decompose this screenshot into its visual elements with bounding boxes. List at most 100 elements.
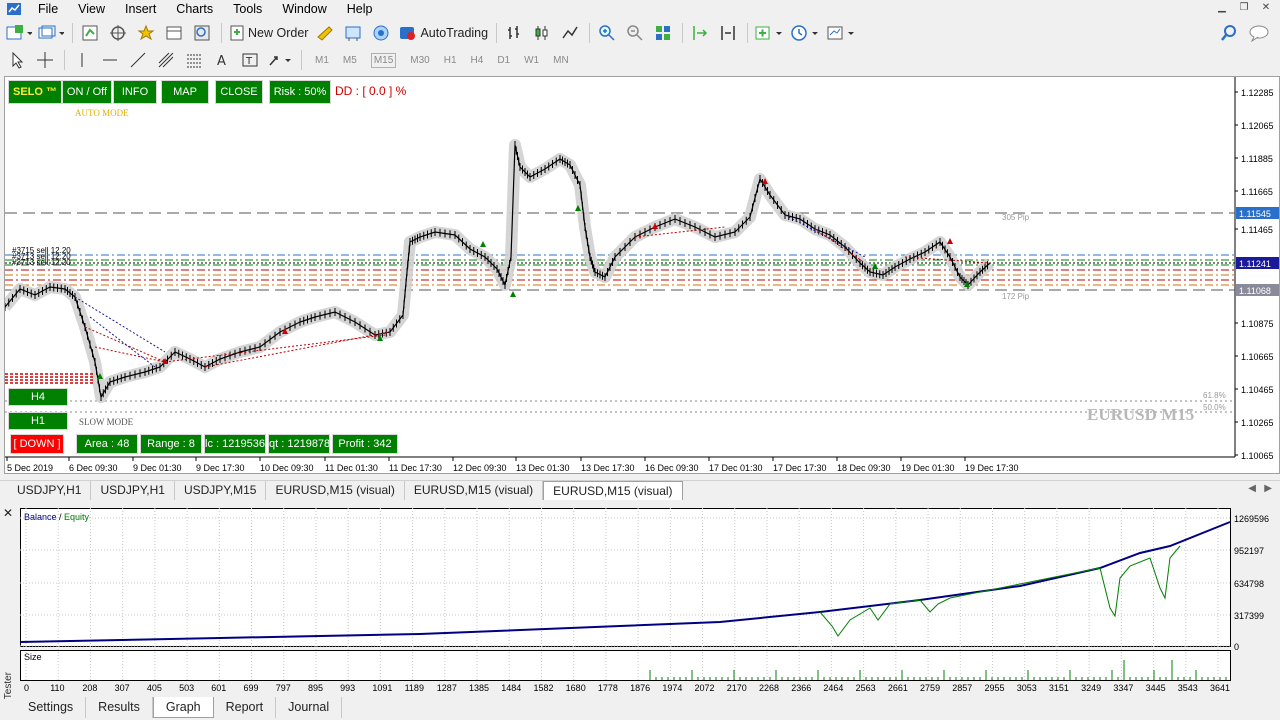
selo-button[interactable]: SELO ™ bbox=[8, 80, 62, 104]
tab-usdjpy-h1[interactable]: USDJPY,H1 bbox=[8, 481, 92, 500]
bar-chart-icon[interactable] bbox=[503, 22, 525, 44]
timeframe-h4[interactable]: H4 bbox=[471, 55, 484, 66]
balance-legend-label: Balance bbox=[24, 512, 57, 522]
text-icon[interactable]: A bbox=[211, 49, 233, 71]
price-tick-label: 1.10265 bbox=[1241, 418, 1274, 428]
crosshair-icon[interactable] bbox=[34, 49, 56, 71]
menu-charts[interactable]: Charts bbox=[166, 0, 223, 18]
tab-usdjpy-h1-2[interactable]: USDJPY,H1 bbox=[91, 481, 175, 500]
chart-shift-icon[interactable] bbox=[689, 22, 711, 44]
text-label-icon[interactable]: T bbox=[239, 49, 261, 71]
time-tick-label: 19 Dec 17:30 bbox=[965, 463, 1019, 473]
signals-icon[interactable] bbox=[342, 22, 364, 44]
terminal-icon[interactable] bbox=[163, 22, 185, 44]
close-icon[interactable]: ✕ bbox=[1258, 1, 1274, 15]
fib-500-label: 50.0% bbox=[1203, 403, 1226, 412]
tile-windows-icon[interactable] bbox=[652, 22, 674, 44]
size-label: Size bbox=[24, 652, 42, 662]
menu-insert[interactable]: Insert bbox=[115, 0, 166, 18]
market-icon[interactable] bbox=[370, 22, 392, 44]
zoom-in-icon[interactable] bbox=[596, 22, 618, 44]
tab-scroll-left-icon[interactable]: ◀ bbox=[1248, 483, 1256, 494]
timeframe-m30[interactable]: M30 bbox=[410, 55, 429, 66]
tab-graph[interactable]: Graph bbox=[152, 697, 214, 718]
tester-tabs: Settings Results Graph Report Journal bbox=[16, 697, 343, 718]
level-172-label: 172 Pip bbox=[1002, 292, 1030, 301]
data-window-icon[interactable] bbox=[107, 22, 129, 44]
tab-eurusd-m15-visual-2[interactable]: EURUSD,M15 (visual) bbox=[405, 481, 544, 500]
trendline-icon[interactable] bbox=[127, 49, 149, 71]
timeframe-h1[interactable]: H1 bbox=[444, 55, 457, 66]
profiles-button[interactable] bbox=[38, 22, 64, 44]
autotrading-button[interactable]: AutoTrading bbox=[398, 22, 488, 44]
tab-usdjpy-m15[interactable]: USDJPY,M15 bbox=[175, 481, 267, 500]
templates-button[interactable] bbox=[826, 22, 856, 44]
zoom-out-icon[interactable] bbox=[624, 22, 646, 44]
candlestick-icon[interactable] bbox=[531, 22, 553, 44]
menu-file[interactable]: File bbox=[28, 0, 68, 18]
graph-x-tick-label: 2268 bbox=[759, 683, 779, 693]
fibonacci-icon[interactable] bbox=[183, 49, 205, 71]
info-button[interactable]: INFO bbox=[113, 80, 157, 104]
tester-label: Tester bbox=[3, 672, 14, 700]
strategy-tester-icon[interactable] bbox=[191, 22, 213, 44]
tab-eurusd-m15-visual[interactable]: EURUSD,M15 (visual) bbox=[266, 481, 405, 500]
area-badge: Area : 48 bbox=[76, 434, 138, 454]
tab-report[interactable]: Report bbox=[214, 697, 277, 718]
indicators-button[interactable] bbox=[754, 22, 784, 44]
chat-icon[interactable] bbox=[1248, 22, 1270, 44]
graph-x-tick-label: 3053 bbox=[1017, 683, 1037, 693]
search-icon[interactable] bbox=[1218, 22, 1240, 44]
autotrading-label: AutoTrading bbox=[420, 26, 489, 40]
new-chart-button[interactable] bbox=[6, 22, 32, 44]
time-tick-label: 11 Dec 17:30 bbox=[389, 463, 442, 473]
tab-eurusd-m15-visual-active[interactable]: EURUSD,M15 (visual) bbox=[543, 481, 683, 500]
timeframe-m5[interactable]: M5 bbox=[343, 55, 357, 66]
horizontal-line-icon[interactable] bbox=[99, 49, 121, 71]
market-watch-icon[interactable] bbox=[79, 22, 101, 44]
price-tick-label: 1.10065 bbox=[1241, 451, 1274, 461]
periods-button[interactable] bbox=[790, 22, 820, 44]
price-chart[interactable]: 1.12285 1.12065 1.11885 1.11665 1.11545 1.114… bbox=[4, 76, 1280, 474]
new-order-button[interactable]: New Order bbox=[228, 22, 308, 44]
restore-icon[interactable]: ❐ bbox=[1236, 1, 1252, 15]
autoscroll-icon[interactable] bbox=[717, 22, 739, 44]
time-tick-label: 5 Dec 2019 bbox=[7, 463, 53, 473]
trade-arrow bbox=[947, 238, 953, 244]
h1-button[interactable]: H1 bbox=[8, 412, 68, 430]
map-button[interactable]: MAP bbox=[161, 80, 209, 104]
tab-scroll-right-icon[interactable]: ▶ bbox=[1264, 483, 1272, 494]
arrows-button[interactable] bbox=[267, 49, 293, 71]
menu-window[interactable]: Window bbox=[272, 0, 336, 18]
vertical-line-icon[interactable] bbox=[71, 49, 93, 71]
menu-tools[interactable]: Tools bbox=[223, 0, 272, 18]
graph-x-tick-label: 3151 bbox=[1049, 683, 1069, 693]
time-tick-label: 16 Dec 09:30 bbox=[645, 463, 699, 473]
tab-journal[interactable]: Journal bbox=[276, 697, 343, 718]
risk-button[interactable]: Risk : 50% bbox=[269, 80, 331, 104]
navigator-icon[interactable] bbox=[135, 22, 157, 44]
menu-help[interactable]: Help bbox=[337, 0, 383, 18]
timeframe-mn[interactable]: MN bbox=[553, 55, 569, 66]
on-off-button[interactable]: ON / Off bbox=[62, 80, 112, 104]
cursor-icon[interactable] bbox=[6, 49, 28, 71]
graph-x-tick-label: 2464 bbox=[823, 683, 843, 693]
close-positions-button[interactable]: CLOSE bbox=[215, 80, 263, 104]
menu-view[interactable]: View bbox=[68, 0, 115, 18]
h4-button[interactable]: H4 bbox=[8, 388, 68, 406]
tester-close-icon[interactable]: ✕ bbox=[3, 506, 13, 520]
timeframe-m1[interactable]: M1 bbox=[315, 55, 329, 66]
graph-x-tick-label: 2072 bbox=[695, 683, 715, 693]
line-chart-icon[interactable] bbox=[559, 22, 581, 44]
channel-icon[interactable] bbox=[155, 49, 177, 71]
minimize-icon[interactable]: ▁ bbox=[1214, 1, 1230, 15]
timeframe-d1[interactable]: D1 bbox=[497, 55, 510, 66]
metaeditor-icon[interactable] bbox=[314, 22, 336, 44]
timeframe-w1[interactable]: W1 bbox=[524, 55, 539, 66]
tab-results[interactable]: Results bbox=[86, 697, 153, 718]
tab-settings[interactable]: Settings bbox=[16, 697, 87, 718]
trade-arrow bbox=[872, 263, 878, 269]
timeframe-m15[interactable]: M15 bbox=[370, 52, 397, 68]
balance-legend: Balance / Equity bbox=[24, 512, 90, 522]
graph-x-tick-label: 0 bbox=[24, 683, 29, 693]
